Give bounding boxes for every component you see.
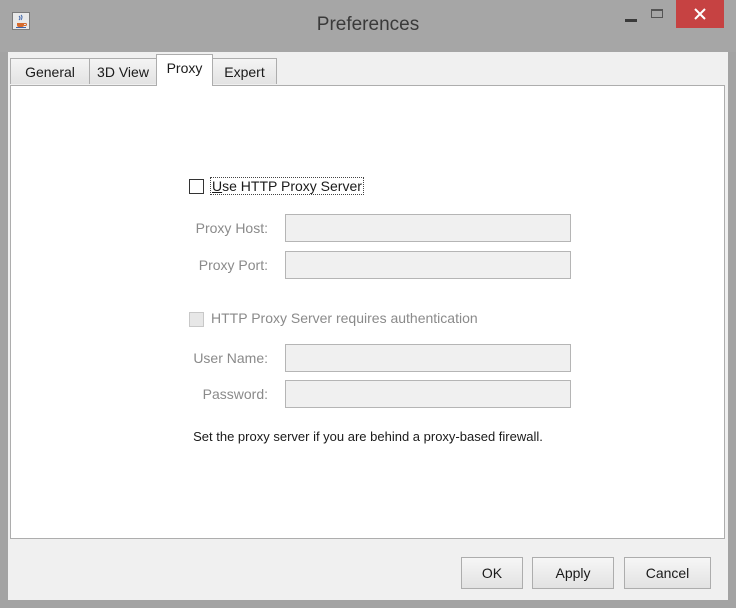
use-proxy-label-text: se HTTP Proxy Server bbox=[222, 178, 362, 194]
proxy-port-label: Proxy Port: bbox=[198, 257, 268, 273]
title-bar[interactable]: Preferences bbox=[0, 0, 736, 52]
apply-button[interactable]: Apply bbox=[532, 557, 614, 589]
use-proxy-label[interactable]: Use HTTP Proxy Server bbox=[210, 177, 364, 195]
proxy-port-field[interactable] bbox=[285, 251, 571, 279]
proxy-hint-text: Set the proxy server if you are behind a… bbox=[193, 429, 543, 444]
user-name-label: User Name: bbox=[193, 350, 268, 366]
tab-expert[interactable]: Expert bbox=[212, 58, 277, 84]
tab-strip: General 3D View Proxy Expert bbox=[8, 52, 728, 86]
cancel-button[interactable]: Cancel bbox=[624, 557, 711, 589]
proxy-host-label: Proxy Host: bbox=[195, 220, 268, 236]
password-field[interactable] bbox=[285, 380, 571, 408]
maximize-icon[interactable] bbox=[644, 0, 672, 32]
preferences-window: Preferences General 3D View Proxy Expert… bbox=[0, 0, 736, 608]
use-proxy-checkbox[interactable] bbox=[189, 179, 204, 194]
auth-required-checkbox[interactable] bbox=[189, 312, 204, 327]
password-label: Password: bbox=[202, 386, 268, 402]
tab-proxy[interactable]: Proxy bbox=[156, 54, 213, 86]
close-icon[interactable] bbox=[676, 0, 724, 28]
tab-general[interactable]: General bbox=[10, 58, 90, 84]
auth-required-label: HTTP Proxy Server requires authenticatio… bbox=[211, 310, 478, 326]
user-name-field[interactable] bbox=[285, 344, 571, 372]
tab-3d-view[interactable]: 3D View bbox=[89, 58, 157, 84]
proxy-host-field[interactable] bbox=[285, 214, 571, 242]
use-proxy-mnemonic: U bbox=[212, 178, 223, 194]
dialog-content: General 3D View Proxy Expert bbox=[8, 52, 728, 600]
ok-button[interactable]: OK bbox=[461, 557, 523, 589]
